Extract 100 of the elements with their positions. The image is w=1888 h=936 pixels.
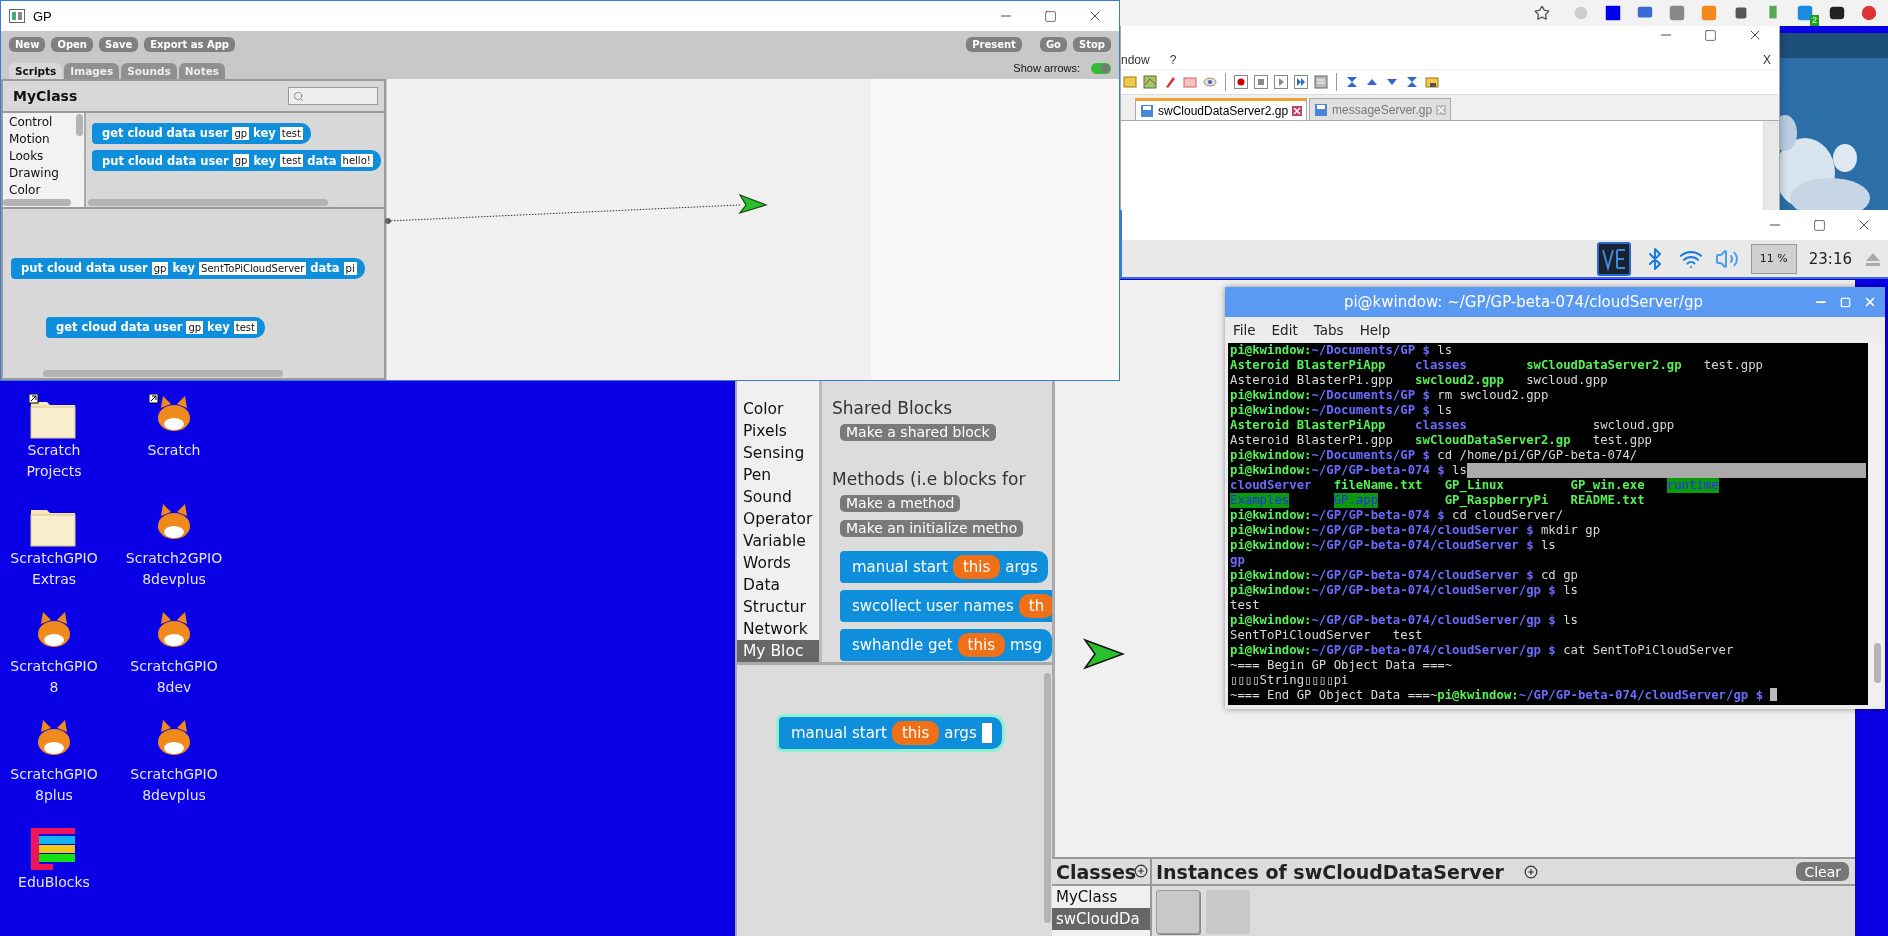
map-icon[interactable] — [1143, 75, 1157, 89]
category-item[interactable]: Pen — [737, 464, 819, 486]
code-block[interactable]: put cloud data user gp key test data hello! — [92, 150, 381, 171]
document-icon[interactable] — [1123, 75, 1137, 89]
cpu-monitor[interactable]: 11 % — [1750, 243, 1797, 274]
desktop-icon-label[interactable]: ScratchGPIO — [10, 656, 98, 677]
code-block[interactable]: swcollect user names th — [840, 590, 1052, 622]
desktop-icon-label[interactable]: Scratch — [147, 440, 201, 461]
scrollbar-thumb[interactable] — [1874, 643, 1881, 683]
menu-item[interactable]: Tabs — [1313, 322, 1344, 338]
search-field[interactable] — [288, 87, 378, 105]
scrollbar[interactable] — [3, 199, 71, 206]
bookmark-star-icon[interactable] — [1534, 5, 1550, 21]
code-block[interactable]: get cloud data user gp key test — [92, 122, 311, 144]
fast-forward-icon[interactable] — [1294, 75, 1308, 89]
menu-item[interactable]: ndow — [1121, 53, 1150, 67]
class-item[interactable]: swCloudDa — [1052, 908, 1150, 930]
input-slot[interactable]: hello! — [340, 154, 373, 167]
category-item[interactable]: Sound — [737, 486, 819, 508]
menu-item[interactable]: ? — [1169, 53, 1177, 67]
maximize-icon[interactable] — [1704, 28, 1717, 42]
instance-thumbnail[interactable] — [1156, 890, 1200, 934]
document-tab[interactable]: swCloudDataServer2.gp — [1135, 98, 1308, 120]
category-item[interactable]: My Bloc — [737, 640, 819, 662]
code-block[interactable]: swhandle get this msg — [840, 629, 1052, 661]
input-slot[interactable]: gp — [232, 154, 250, 167]
extension-icon[interactable] — [1604, 4, 1622, 22]
category-item[interactable]: Words — [737, 552, 819, 574]
scrollbar[interactable] — [76, 114, 83, 136]
toolbar-button[interactable]: Export as App — [144, 36, 235, 52]
maximize-icon[interactable] — [1813, 218, 1826, 232]
desktop-icon-label[interactable]: Scratch — [27, 440, 81, 461]
close-icon[interactable] — [1292, 105, 1303, 116]
make-block-button[interactable]: Make a method — [840, 495, 961, 512]
menu-item[interactable]: Help — [1359, 322, 1391, 338]
desktop-icon-label[interactable]: 8 — [49, 677, 59, 698]
desktop-icon-label[interactable]: 8plus — [35, 785, 73, 806]
scrollbar[interactable] — [88, 199, 328, 206]
code-block[interactable]: manual start this args — [779, 717, 1002, 749]
input-slot[interactable]: gp — [151, 261, 169, 275]
category-item[interactable]: Sensing — [737, 442, 819, 464]
category-item[interactable]: Network — [737, 618, 819, 640]
desktop-icon-label[interactable]: ScratchGPIO — [10, 764, 98, 785]
desktop-icon-label[interactable]: ScratchGPIO — [10, 548, 98, 569]
desktop-icon-label[interactable]: 8devplus — [142, 785, 206, 806]
make-block-button[interactable]: Make an initialize metho — [840, 520, 1024, 537]
desktop-icon-label[interactable]: ScratchGPIO — [130, 764, 218, 785]
desktop-icon-label[interactable]: Extras — [31, 569, 77, 590]
tab[interactable]: Scripts — [9, 63, 63, 79]
category-item[interactable]: Operator — [737, 508, 819, 530]
clear-button[interactable]: Clear — [1796, 862, 1849, 881]
desktop-icon-label[interactable]: 8dev — [156, 677, 192, 698]
category-item[interactable]: Variable — [737, 530, 819, 552]
desktop-icon-label[interactable]: Projects — [26, 461, 82, 482]
scrollbar[interactable] — [1868, 343, 1882, 705]
category-item[interactable]: Data — [737, 574, 819, 596]
play-icon[interactable] — [1274, 75, 1288, 89]
folder-icon[interactable] — [29, 394, 79, 440]
category-item[interactable]: Pixels — [737, 420, 819, 442]
toolbar-button[interactable]: Open — [51, 36, 93, 52]
input-slot[interactable]: gp — [186, 320, 204, 334]
menu-item[interactable]: Edit — [1271, 322, 1298, 338]
input-slot[interactable]: SentToPiCloudServer — [199, 261, 307, 275]
scrollbar[interactable] — [43, 370, 283, 377]
input-slot[interactable]: pi — [343, 261, 357, 275]
desktop-icon-label[interactable]: ScratchGPIO — [130, 656, 218, 677]
vnc-icon[interactable] — [1596, 241, 1631, 276]
add-icon[interactable] — [1523, 864, 1538, 879]
list-icon[interactable] — [1314, 75, 1328, 89]
document-tab[interactable]: messageServer.gp — [1309, 98, 1452, 120]
code-block[interactable]: get cloud data user gp key test — [46, 316, 265, 338]
input-slot[interactable]: test — [280, 154, 304, 167]
stop-icon[interactable] — [1254, 75, 1268, 89]
scrollbar[interactable] — [1044, 673, 1051, 923]
toolbar-button[interactable]: Save — [98, 36, 139, 52]
maximize-icon[interactable] — [1044, 9, 1057, 23]
code-block[interactable]: put cloud data user gp key SentToPiCloudServer data pi — [11, 257, 365, 279]
input-slot[interactable]: test — [279, 126, 303, 140]
toolbar-button[interactable]: New — [9, 36, 46, 52]
record-icon[interactable] — [1234, 75, 1248, 89]
folder-icon[interactable] — [1425, 75, 1439, 89]
input-slot[interactable]: gp — [232, 126, 250, 140]
category-item[interactable]: Control — [9, 114, 78, 131]
make-block-button[interactable]: Make a shared block — [840, 424, 996, 441]
pen-icon[interactable] — [1163, 75, 1177, 89]
category-item[interactable]: Looks — [9, 148, 78, 165]
desktop-icon-label[interactable]: Scratch2GPIO — [125, 548, 223, 569]
menu-item[interactable]: File — [1233, 322, 1256, 338]
add-icon[interactable] — [1134, 864, 1148, 878]
category-item[interactable]: Drawing — [9, 165, 78, 182]
category-item[interactable]: Color — [9, 182, 78, 199]
category-item[interactable]: Motion — [9, 131, 78, 148]
input-slot[interactable] — [981, 723, 992, 743]
class-item[interactable]: MyClass — [1052, 886, 1150, 908]
category-item[interactable]: Structur — [737, 596, 819, 618]
toolbar-button[interactable]: Present — [966, 36, 1022, 52]
desktop-icon-label[interactable]: EduBlocks — [18, 872, 90, 893]
code-block[interactable]: manual start this args — [840, 551, 1048, 583]
category-item[interactable]: Color — [737, 398, 819, 420]
eye-icon[interactable] — [1203, 75, 1217, 89]
